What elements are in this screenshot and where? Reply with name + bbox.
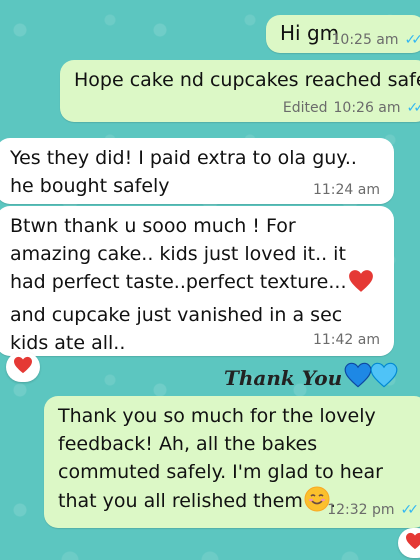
message-bubble-incoming[interactable]: Btwn thank u sooo much ! For amazing cak…: [0, 206, 394, 356]
message-meta: 11:42 am: [313, 332, 380, 348]
message-text-part: and cupcake just vanished in a sec kids …: [10, 304, 343, 354]
light-blue-heart-icon: [370, 362, 398, 393]
message-text: Hi gm: [280, 21, 340, 45]
message-time: 11:42 am: [312, 332, 380, 348]
message-time: 11:24 am: [312, 182, 380, 198]
message-meta: Edited 10:26 am ✓✓: [283, 100, 420, 116]
sticker-text: Thank You: [224, 365, 343, 390]
message-meta: 12:32 pm ✓✓: [327, 502, 420, 518]
red-heart-icon: [13, 356, 33, 378]
message-text-part: Btwn thank u sooo much ! For amazing cak…: [10, 215, 347, 293]
message-meta: 11:24 am: [313, 182, 380, 198]
red-heart-icon: [405, 532, 420, 554]
message-bubble-outgoing[interactable]: Thank you so much for the lovely feedbac…: [44, 396, 420, 528]
chat-background: Hi gm 10:25 am ✓✓ Hope cake nd cupcakes …: [0, 0, 420, 560]
read-ticks-icon: ✓✓: [404, 32, 420, 48]
red-heart-icon: [348, 269, 374, 301]
message-reaction[interactable]: [398, 528, 420, 558]
message-reaction[interactable]: [6, 352, 40, 382]
message-time: 12:32 pm: [327, 502, 395, 518]
message-bubble-outgoing[interactable]: Hope cake nd cupcakes reached safel Edit…: [60, 60, 420, 122]
message-edited-label: Edited: [282, 100, 328, 116]
message-bubble-incoming[interactable]: Yes they did! I paid extra to ola guy.. …: [0, 138, 394, 204]
message-bubble-outgoing[interactable]: Hi gm 10:25 am ✓✓: [266, 15, 420, 53]
message-time: 10:26 am: [333, 100, 401, 116]
message-meta: 10:25 am ✓✓: [331, 32, 420, 48]
blue-heart-icon: [344, 362, 372, 393]
read-ticks-icon: ✓✓: [400, 502, 420, 518]
message-text: Hope cake nd cupcakes reached safel: [74, 69, 420, 91]
read-ticks-icon: ✓✓: [406, 100, 420, 116]
thank-you-sticker[interactable]: Thank You: [224, 362, 398, 393]
message-time: 10:25 am: [331, 32, 399, 48]
smiling-face-icon: [304, 486, 330, 520]
